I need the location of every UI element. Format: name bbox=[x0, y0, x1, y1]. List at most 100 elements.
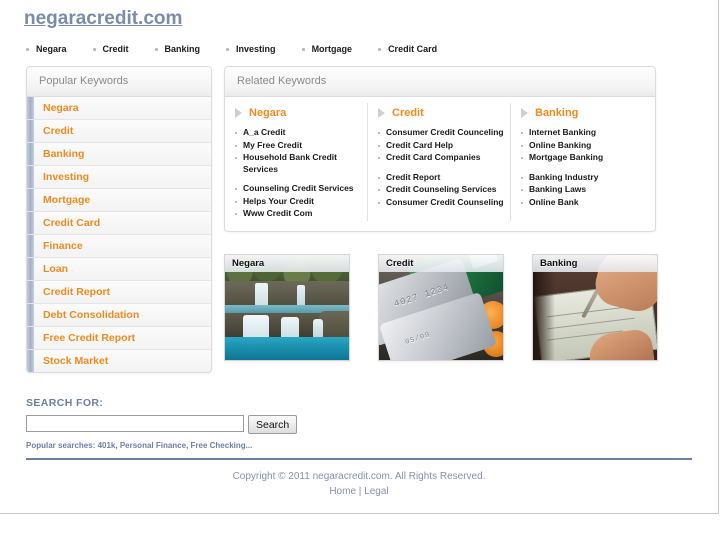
sidebar-item-negara[interactable]: Negara bbox=[27, 97, 211, 120]
nav-item-label: Mortgage bbox=[311, 44, 353, 54]
accent-bar-icon bbox=[27, 143, 34, 165]
bullet-icon bbox=[378, 144, 380, 147]
bullet-icon bbox=[26, 47, 29, 51]
triangle-right-icon bbox=[378, 108, 385, 118]
nav-item-credit[interactable]: Credit bbox=[92, 44, 129, 54]
list-item[interactable]: Mortgage Banking bbox=[521, 152, 648, 164]
sidebar-item-credit-report[interactable]: Credit Report bbox=[27, 281, 211, 304]
related-link[interactable]: Credit Card Help bbox=[386, 140, 453, 152]
sidebar-item-label[interactable]: Negara bbox=[34, 102, 79, 114]
related-link[interactable]: Internet Banking bbox=[529, 127, 596, 139]
sidebar-item-label[interactable]: Credit Report bbox=[34, 286, 110, 298]
sidebar-item-mortgage[interactable]: Mortgage bbox=[27, 189, 211, 212]
related-link[interactable]: Banking Laws bbox=[529, 184, 586, 196]
accent-bar-icon bbox=[27, 189, 34, 211]
related-link[interactable]: Counseling Credit Services bbox=[243, 183, 354, 195]
related-link[interactable]: Credit Counseling Services bbox=[386, 184, 497, 196]
related-link[interactable]: Helps Your Credit bbox=[243, 196, 314, 208]
related-column-title[interactable]: Credit bbox=[392, 107, 424, 119]
site-header: negaracredit.com bbox=[0, 0, 718, 38]
list-item[interactable]: Counseling Credit Services bbox=[235, 183, 361, 195]
sidebar-item-label[interactable]: Debt Consolidation bbox=[34, 309, 139, 321]
list-item[interactable]: Online Bank bbox=[521, 197, 648, 209]
related-column-header[interactable]: Negara bbox=[235, 107, 361, 119]
image-card-credit[interactable]: Credit 4027 1234 05/09 bbox=[378, 253, 504, 361]
list-item[interactable]: A_a Credit bbox=[235, 127, 361, 139]
related-link[interactable]: Online Banking bbox=[529, 140, 591, 152]
sidebar-item-label[interactable]: Finance bbox=[34, 240, 83, 252]
related-link[interactable]: Credit Report bbox=[386, 172, 440, 184]
related-link[interactable]: Www Credit Com bbox=[243, 208, 312, 220]
search-button[interactable]: Search bbox=[248, 415, 298, 434]
sidebar-item-label[interactable]: Free Credit Report bbox=[34, 332, 135, 344]
sidebar-item-investing[interactable]: Investing bbox=[27, 166, 211, 189]
sidebar-item-finance[interactable]: Finance bbox=[27, 235, 211, 258]
related-keywords-panel: Related Keywords Negara A_a Credit My Fr… bbox=[224, 66, 656, 232]
popular-searches-link[interactable]: Popular searches: 401k, Personal Finance… bbox=[26, 441, 252, 450]
list-item[interactable]: Consumer Credit Counceling bbox=[378, 127, 504, 139]
related-link[interactable]: Online Bank bbox=[529, 197, 579, 209]
list-item[interactable]: Household Bank Credit Services bbox=[235, 152, 361, 175]
sidebar-item-stock-market[interactable]: Stock Market bbox=[27, 350, 211, 372]
sidebar-item-label[interactable]: Credit Card bbox=[34, 217, 100, 229]
related-link[interactable]: Household Bank Credit Services bbox=[243, 152, 361, 175]
search-input[interactable] bbox=[26, 415, 244, 432]
related-link[interactable]: A_a Credit bbox=[243, 127, 286, 139]
image-card-negara[interactable]: Negara bbox=[224, 253, 350, 361]
popular-searches[interactable]: Popular searches: 401k, Personal Finance… bbox=[26, 441, 718, 450]
list-item[interactable]: Credit Counseling Services bbox=[378, 184, 504, 196]
sidebar-item-banking[interactable]: Banking bbox=[27, 143, 211, 166]
list-item[interactable]: Helps Your Credit bbox=[235, 196, 361, 208]
related-column-title[interactable]: Negara bbox=[249, 107, 286, 119]
accent-bar-icon bbox=[27, 258, 34, 280]
list-item[interactable]: Credit Card Help bbox=[378, 140, 504, 152]
nav-item-banking[interactable]: Banking bbox=[154, 44, 200, 54]
accent-bar-icon bbox=[27, 97, 34, 119]
list-item[interactable]: Credit Card Companies bbox=[378, 152, 504, 164]
image-card-banking[interactable]: Banking bbox=[532, 253, 658, 361]
list-item[interactable]: Online Banking bbox=[521, 140, 648, 152]
nav-item-mortgage[interactable]: Mortgage bbox=[301, 44, 353, 54]
accent-bar-icon bbox=[27, 212, 34, 234]
sidebar-item-label[interactable]: Investing bbox=[34, 171, 89, 183]
list-item[interactable]: Credit Report bbox=[378, 172, 504, 184]
site-title[interactable]: negaracredit.com bbox=[24, 8, 182, 29]
sidebar-item-label[interactable]: Mortgage bbox=[34, 194, 90, 206]
image-card-title: Banking bbox=[533, 254, 657, 272]
footer-links: Home | Legal bbox=[26, 484, 692, 499]
footer-separator: | bbox=[358, 486, 362, 497]
sidebar-item-free-credit-report[interactable]: Free Credit Report bbox=[27, 327, 211, 350]
related-link[interactable]: Credit Card Companies bbox=[386, 152, 480, 164]
list-item[interactable]: Banking Industry bbox=[521, 172, 648, 184]
nav-item-negara[interactable]: Negara bbox=[26, 44, 67, 54]
list-item[interactable]: Consumer Credit Counseling bbox=[378, 197, 504, 209]
list-item[interactable]: Www Credit Com bbox=[235, 208, 361, 220]
footer-link-legal[interactable]: Legal bbox=[364, 486, 388, 497]
related-column-header[interactable]: Credit bbox=[378, 107, 504, 119]
related-link[interactable]: My Free Credit bbox=[243, 140, 302, 152]
nav-item-credit-card[interactable]: Credit Card bbox=[378, 44, 437, 54]
related-link[interactable]: Consumer Credit Counceling bbox=[386, 127, 504, 139]
accent-bar-icon bbox=[27, 304, 34, 326]
sidebar-item-label[interactable]: Loan bbox=[34, 263, 68, 275]
list-item[interactable]: Internet Banking bbox=[521, 127, 648, 139]
sidebar-item-label[interactable]: Credit bbox=[34, 125, 73, 137]
list-item[interactable]: Banking Laws bbox=[521, 184, 648, 196]
sidebar-item-credit[interactable]: Credit bbox=[27, 120, 211, 143]
accent-bar-icon bbox=[27, 327, 34, 349]
sidebar-item-label[interactable]: Banking bbox=[34, 148, 84, 160]
related-link[interactable]: Banking Industry bbox=[529, 172, 598, 184]
list-item[interactable]: My Free Credit bbox=[235, 140, 361, 152]
sidebar-item-loan[interactable]: Loan bbox=[27, 258, 211, 281]
related-link[interactable]: Consumer Credit Counseling bbox=[386, 197, 504, 209]
related-link[interactable]: Mortgage Banking bbox=[529, 152, 603, 164]
sidebar-item-label[interactable]: Stock Market bbox=[34, 355, 108, 367]
related-column-negara: Negara A_a Credit My Free Credit Househo… bbox=[225, 103, 368, 221]
related-column-title[interactable]: Banking bbox=[535, 107, 578, 119]
footer-link-home[interactable]: Home bbox=[329, 486, 356, 497]
nav-item-investing[interactable]: Investing bbox=[226, 44, 276, 54]
related-column-header[interactable]: Banking bbox=[521, 107, 648, 119]
bullet-icon bbox=[378, 157, 380, 159]
sidebar-item-debt-consolidation[interactable]: Debt Consolidation bbox=[27, 304, 211, 327]
sidebar-item-credit-card[interactable]: Credit Card bbox=[27, 212, 211, 235]
